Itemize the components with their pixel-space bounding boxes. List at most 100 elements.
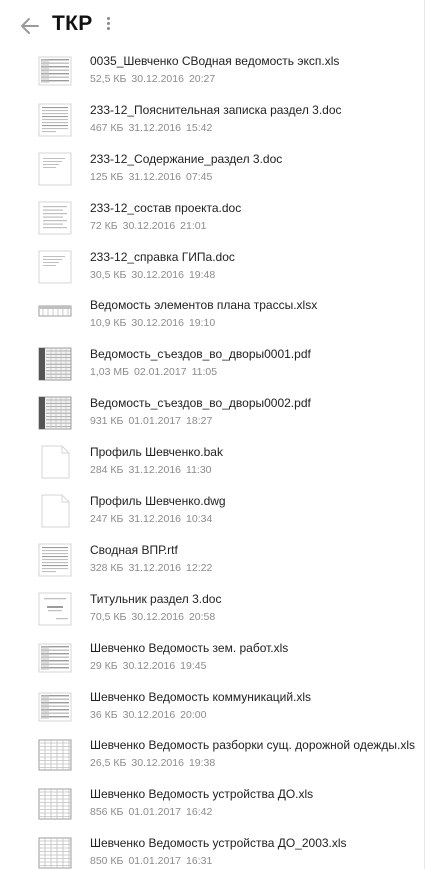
file-thumbnail-icon (38, 151, 72, 186)
file-date: 30.12.2016 (131, 268, 184, 281)
file-row[interactable]: Ведомость_съездов_во_дворы0002.pdf 931 КБ… (0, 390, 424, 439)
file-size: 29 КБ (90, 659, 118, 672)
file-name: Шевченко Ведомость устройства ДО_2003.xl… (90, 836, 347, 851)
file-date: 31.12.2016 (128, 464, 182, 477)
file-row[interactable]: 0035_Шевченко СВодная ведомость эксп.xls… (0, 48, 424, 97)
file-size: 36 КБ (90, 708, 118, 721)
file-time: 20:27 (188, 73, 216, 85)
file-row[interactable]: Профиль Шевченко.dwg 247 КБ 31.12.2016 10:3… (0, 488, 424, 537)
file-size: 856 КБ (90, 806, 124, 819)
file-time: 11:30 (186, 464, 212, 477)
file-thumbnail-icon (38, 54, 72, 88)
file-thumbnail-icon (38, 102, 72, 137)
file-time: 19:45 (180, 659, 207, 672)
file-date: 31.12.2016 (128, 170, 182, 183)
file-row[interactable]: 233-12_Содержание_раздел 3.doc 125 КБ 31.1… (0, 146, 424, 195)
file-name: Ведомость_съездов_во_дворы0001.pdf (90, 347, 311, 362)
file-date: 01.01.2017 (128, 806, 182, 819)
file-size: 328 КБ (90, 561, 124, 574)
file-meta: 10,9 КБ 30.12.2016 19:10 (90, 317, 215, 329)
file-size: 125 КБ (90, 170, 124, 183)
file-thumbnail-icon (38, 787, 72, 822)
file-meta: 70,5 КБ 30.12.2016 20:58 (90, 611, 215, 623)
file-thumbnail-icon (38, 249, 72, 284)
file-date: 30.12.2016 (131, 757, 184, 770)
file-date: 01.01.2017 (128, 415, 182, 428)
more-vertical-icon[interactable] (100, 15, 116, 35)
file-date: 30.12.2016 (122, 659, 176, 672)
file-name: Сводная ВПР.rtf (90, 542, 178, 557)
file-row[interactable]: 233-12_справка ГИПа.doc 30,5 КБ 30.12.2016… (0, 244, 424, 293)
file-row[interactable]: 233-12_состав проекта.doc 72 КБ 30.12.2016… (0, 195, 424, 244)
file-size: 30,5 КБ (90, 268, 127, 281)
file-size: 247 КБ (90, 513, 124, 526)
file-time: 19:48 (188, 268, 216, 281)
file-thumbnail-icon (38, 200, 72, 235)
file-name: Шевченко Ведомость коммуникаций.xls (90, 689, 312, 704)
file-meta: 29 КБ 30.12.2016 19:45 (90, 660, 206, 672)
file-time: 16:42 (186, 806, 213, 819)
file-row[interactable]: Профиль Шевченко.bak 284 КБ 31.12.2016 11:3… (0, 439, 424, 488)
arrow-left-icon[interactable] (18, 14, 42, 38)
file-time: 20:58 (188, 610, 216, 623)
file-row[interactable]: Ведомость элементов плана трассы.xlsx 10,… (0, 292, 424, 341)
file-row[interactable]: Шевченко Ведомость устройства ДО_2003.xl… (0, 830, 424, 869)
file-size: 10,9 КБ (90, 317, 127, 330)
file-time: 16:31 (186, 855, 213, 868)
file-meta: 36 КБ 30.12.2016 20:00 (90, 709, 206, 721)
file-row[interactable]: Шевченко Ведомость разборки сущ. дорожно… (0, 732, 424, 781)
file-thumbnail-icon (38, 494, 72, 529)
file-meta: 850 КБ 01.01.2017 16:31 (90, 855, 212, 867)
file-size: 284 КБ (90, 464, 124, 477)
file-row[interactable]: 233-12_Пояснительная записка раздел 3.do… (0, 97, 424, 146)
file-date: 31.12.2016 (128, 121, 182, 134)
file-name: 233-12_справка ГИПа.doc (90, 249, 235, 264)
file-size: 70,5 КБ (90, 610, 127, 623)
file-thumbnail-icon (38, 445, 72, 480)
file-thumbnail-icon (38, 738, 72, 773)
file-row[interactable]: Ведомость_съездов_во_дворы0001.pdf 1,03 М… (0, 341, 424, 390)
file-meta: 931 КБ 01.01.2017 18:27 (90, 415, 212, 427)
file-size: 72 КБ (90, 219, 118, 232)
file-meta: 247 КБ 31.12.2016 10:34 (90, 513, 212, 525)
folder-title: ТКР (52, 12, 93, 35)
file-name: Ведомость_съездов_во_дворы0002.pdf (90, 396, 311, 411)
file-time: 20:00 (180, 708, 207, 721)
file-meta: 52,5 КБ 30.12.2016 20:27 (90, 73, 215, 85)
file-size: 26,5 КБ (90, 757, 127, 770)
file-name: Шевченко Ведомость устройства ДО.xls (90, 787, 314, 802)
file-thumbnail-icon (38, 640, 72, 675)
file-date: 31.12.2016 (128, 561, 182, 574)
file-date: 01.01.2017 (128, 855, 182, 868)
file-row[interactable]: Шевченко Ведомость устройства ДО.xls 856 … (0, 781, 424, 830)
file-meta: 284 КБ 31.12.2016 11:30 (90, 464, 212, 476)
file-meta: 467 КБ 31.12.2016 15:42 (90, 122, 212, 134)
file-list: 0035_Шевченко СВодная ведомость эксп.xls… (0, 48, 424, 869)
file-name: Профиль Шевченко.dwg (90, 494, 226, 509)
file-thumbnail-icon (38, 542, 72, 577)
file-time: 07:45 (186, 170, 213, 183)
file-name: Ведомость элементов плана трассы.xlsx (90, 298, 318, 313)
file-date: 31.12.2016 (128, 513, 182, 526)
file-time: 15:42 (186, 121, 213, 134)
file-size: 850 КБ (90, 855, 124, 868)
file-time: 21:01 (180, 219, 207, 232)
file-name: 233-12_состав проекта.doc (90, 200, 242, 215)
file-row[interactable]: Сводная ВПР.rtf 328 КБ 31.12.2016 12:22 (0, 537, 424, 586)
file-name: Шевченко Ведомость разборки сущ. дорожно… (90, 738, 416, 753)
file-meta: 30,5 КБ 30.12.2016 19:48 (90, 269, 215, 281)
file-meta: 856 КБ 01.01.2017 16:42 (90, 806, 212, 818)
file-time: 10:34 (186, 513, 213, 526)
file-name: Шевченко Ведомость зем. работ.xls (90, 640, 289, 655)
file-thumbnail-icon (38, 591, 72, 626)
file-name: Профиль Шевченко.bak (90, 445, 223, 460)
file-row[interactable]: Титульник раздел 3.doc 70,5 КБ 30.12.2016 2… (0, 586, 424, 635)
file-thumbnail-icon (38, 298, 72, 333)
file-row[interactable]: Шевченко Ведомость коммуникаций.xls 36 КБ… (0, 684, 424, 733)
file-meta: 26,5 КБ 30.12.2016 19:38 (90, 757, 215, 769)
file-date: 30.12.2016 (131, 610, 184, 623)
file-row[interactable]: Шевченко Ведомость зем. работ.xls 29 КБ 30… (0, 635, 424, 684)
file-name: 233-12_Пояснительная записка раздел 3.do… (90, 102, 342, 117)
file-size: 1,03 МБ (90, 366, 129, 379)
file-name: 0035_Шевченко СВодная ведомость эксп.xls (90, 54, 340, 68)
